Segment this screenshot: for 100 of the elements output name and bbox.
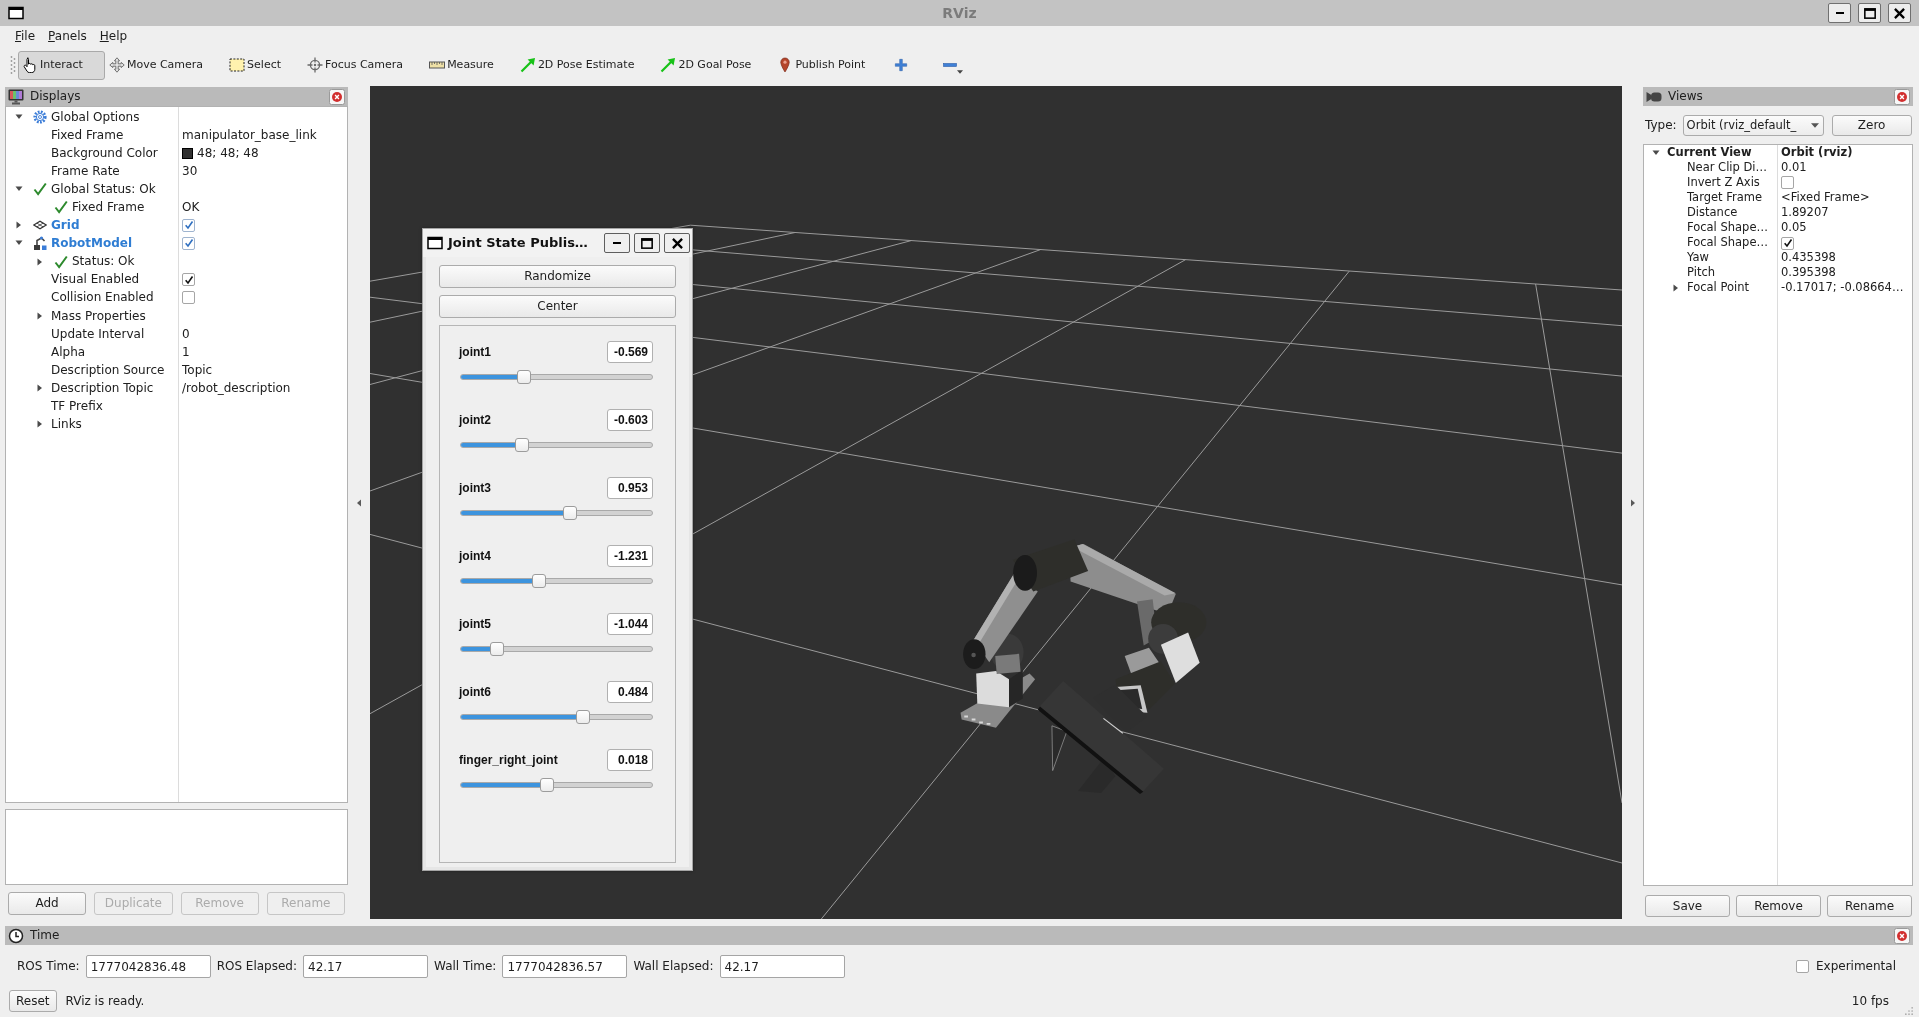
close-icon[interactable] xyxy=(329,88,345,105)
menu-item[interactable]: File xyxy=(13,27,38,45)
property-name[interactable]: Global Options xyxy=(50,109,140,125)
value-field[interactable]: -1.044 xyxy=(607,613,653,635)
maximize-button[interactable] xyxy=(1858,3,1881,23)
caret-right-icon[interactable] xyxy=(35,420,44,429)
text-field[interactable]: 42.17 xyxy=(719,955,845,978)
maximize-button[interactable] xyxy=(634,233,660,253)
property-name[interactable]: Distance xyxy=(1686,206,1738,220)
property-name[interactable]: Target Frame xyxy=(1686,190,1763,205)
tool-button[interactable]: Measure xyxy=(425,50,516,80)
slider-handle[interactable] xyxy=(532,574,547,588)
close-icon[interactable] xyxy=(1894,88,1910,105)
checkbox[interactable] xyxy=(182,273,195,287)
property-name[interactable]: Links xyxy=(50,416,82,432)
close-button[interactable] xyxy=(1888,3,1911,23)
property-name[interactable]: Current View xyxy=(1666,145,1752,160)
tool-button[interactable]: Focus Camera xyxy=(303,50,426,80)
value-field[interactable]: -1.231 xyxy=(607,545,653,567)
view-type-dropdown[interactable]: Orbit (rviz_default_ xyxy=(1682,115,1824,136)
tool-button[interactable]: Interact xyxy=(18,50,105,80)
slider-handle[interactable] xyxy=(562,506,577,520)
text-field[interactable]: 1777042836.48 xyxy=(85,955,211,978)
tool-button[interactable]: Select xyxy=(225,50,304,80)
text-field[interactable]: 1777042836.57 xyxy=(502,955,628,978)
tool-button[interactable]: Move Camera xyxy=(104,50,226,80)
property-name[interactable]: Background Color xyxy=(50,145,158,161)
checkbox[interactable] xyxy=(182,291,195,305)
panel-button[interactable]: Save xyxy=(1645,895,1730,917)
panel-button[interactable]: Add xyxy=(8,892,87,915)
display-name[interactable]: RobotModel xyxy=(50,236,133,251)
value-field[interactable]: -0.569 xyxy=(607,341,653,363)
action-button[interactable]: Randomize xyxy=(439,265,676,288)
property-name[interactable]: Description Topic xyxy=(50,380,154,396)
property-name[interactable]: Description Source xyxy=(50,362,165,378)
action-button[interactable]: Center xyxy=(439,295,676,318)
property-name[interactable]: Fixed Frame xyxy=(50,127,124,143)
panel-button[interactable]: Remove xyxy=(1736,895,1821,917)
property-value: -0.17017; -0.08664… xyxy=(1781,281,1904,296)
slider-handle[interactable] xyxy=(576,710,591,724)
close-icon[interactable] xyxy=(1894,927,1910,944)
slider-handle[interactable] xyxy=(490,642,505,656)
caret-right-icon[interactable] xyxy=(35,311,44,320)
property-name[interactable]: Focal Point xyxy=(1686,281,1749,296)
gear-icon xyxy=(32,110,47,124)
value-field[interactable]: 0.484 xyxy=(607,681,653,703)
tool-button[interactable]: Publish Point xyxy=(773,50,888,80)
tool-button[interactable]: 2D Goal Pose xyxy=(656,50,774,80)
panel-button[interactable]: Rename xyxy=(1827,895,1912,917)
reset-button[interactable]: Reset xyxy=(9,990,57,1012)
checkbox[interactable] xyxy=(1781,236,1794,250)
slider-handle[interactable] xyxy=(539,778,554,792)
caret-right-icon[interactable] xyxy=(1672,284,1680,293)
property-name[interactable]: Pitch xyxy=(1686,266,1715,281)
zero-button[interactable]: Zero xyxy=(1831,115,1912,136)
collapse-arrow-icon[interactable] xyxy=(356,499,362,507)
caret-down-icon[interactable] xyxy=(1652,148,1660,157)
property-name[interactable]: Frame Rate xyxy=(50,164,120,179)
property-name[interactable]: Near Clip Di… xyxy=(1686,160,1768,175)
checkbox[interactable] xyxy=(1795,960,1809,973)
checkbox[interactable] xyxy=(182,218,195,232)
caret-right-icon[interactable] xyxy=(14,221,23,230)
checkmark-icon xyxy=(183,220,194,231)
property-name[interactable]: Fixed Frame xyxy=(71,200,145,215)
value-field[interactable]: -0.603 xyxy=(607,409,653,431)
property-name[interactable]: Invert Z Axis xyxy=(1686,175,1760,190)
slider-handle[interactable] xyxy=(515,438,530,452)
display-name[interactable]: Grid xyxy=(50,218,80,233)
menu-item[interactable]: Panels xyxy=(46,27,89,45)
value-field[interactable]: 0.018 xyxy=(607,749,653,771)
text-field[interactable]: 42.17 xyxy=(303,955,429,978)
caret-right-icon[interactable] xyxy=(35,257,44,266)
menu-item[interactable]: Help xyxy=(97,27,130,45)
checkbox[interactable] xyxy=(1781,176,1794,190)
property-name[interactable]: Focal Shape… xyxy=(1686,221,1768,235)
property-name[interactable]: TF Prefix xyxy=(50,398,103,414)
property-name[interactable]: Global Status: Ok xyxy=(50,182,156,197)
collapse-arrow-icon[interactable] xyxy=(1629,499,1636,507)
property-name[interactable]: Update Interval xyxy=(50,326,145,341)
property-name[interactable]: Visual Enabled xyxy=(50,272,140,287)
close-button[interactable] xyxy=(664,233,690,253)
joint-name: joint6 xyxy=(459,684,491,700)
property-name[interactable]: Focal Shape… xyxy=(1686,236,1768,250)
field-label: ROS Time: xyxy=(17,959,80,974)
value-field[interactable]: 0.953 xyxy=(607,477,653,499)
property-name[interactable]: Yaw xyxy=(1686,251,1709,266)
minimize-button[interactable] xyxy=(604,233,630,253)
caret-right-icon[interactable] xyxy=(35,383,44,392)
minimize-button[interactable] xyxy=(1828,3,1851,23)
property-name[interactable]: Mass Properties xyxy=(50,308,146,323)
field-label: Wall Elapsed: xyxy=(633,959,714,974)
maximize-icon xyxy=(641,237,653,249)
checkbox[interactable] xyxy=(182,236,195,250)
checkbox-label[interactable]: Experimental xyxy=(1815,959,1896,974)
caret-down-icon[interactable] xyxy=(14,113,23,121)
property-name[interactable]: Collision Enabled xyxy=(50,290,154,305)
property-name[interactable]: Alpha xyxy=(50,344,86,360)
slider-handle[interactable] xyxy=(517,370,531,384)
tool-button[interactable]: 2D Pose Estimate xyxy=(515,50,657,80)
property-name[interactable]: Status: Ok xyxy=(71,254,135,269)
